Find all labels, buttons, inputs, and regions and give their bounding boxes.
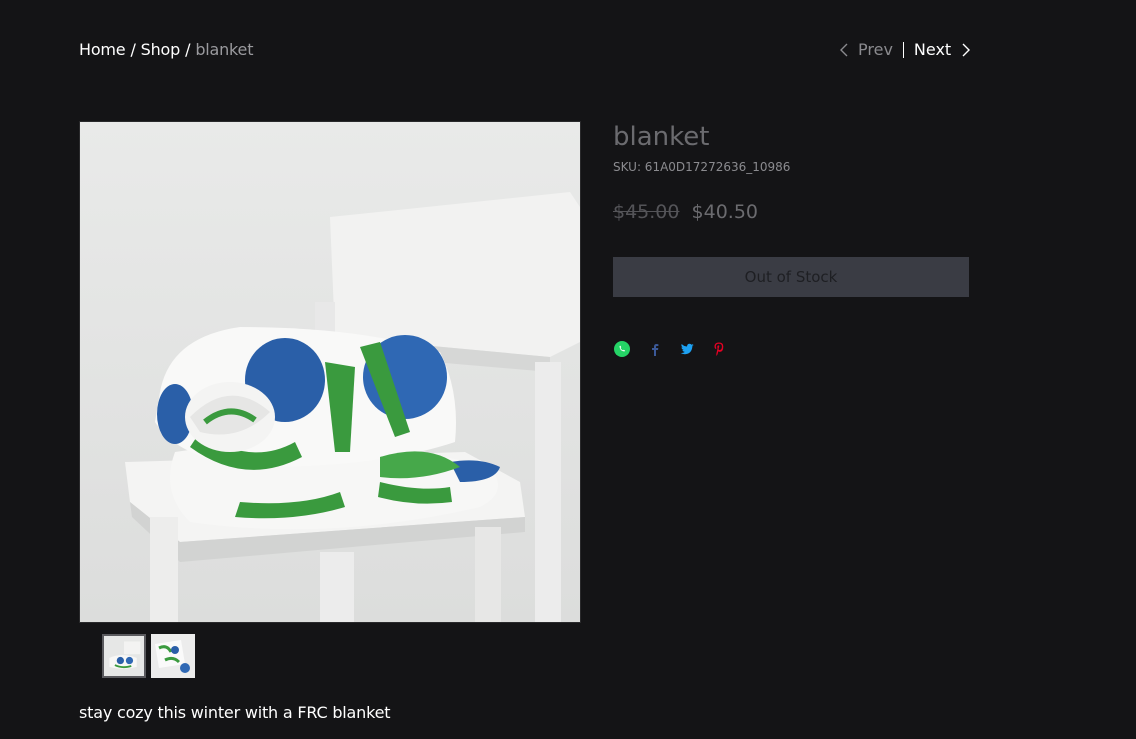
original-price: $45.00: [613, 201, 680, 223]
chevron-left-icon: [838, 42, 852, 58]
breadcrumb-shop-link[interactable]: Shop: [141, 40, 181, 60]
prev-label: Prev: [858, 40, 893, 59]
out-of-stock-button: Out of Stock: [613, 257, 969, 297]
thumbnail-1[interactable]: [102, 634, 146, 678]
pinterest-icon[interactable]: [711, 341, 727, 357]
facebook-icon[interactable]: [647, 341, 663, 357]
chevron-right-icon: [959, 42, 973, 58]
next-label: Next: [913, 40, 952, 59]
sale-price: $40.50: [691, 201, 759, 223]
product-title: blanket: [613, 122, 710, 152]
whatsapp-icon[interactable]: [613, 340, 631, 358]
next-button[interactable]: Next: [914, 40, 973, 60]
twitter-icon[interactable]: [679, 341, 695, 357]
product-pager: Prev Next: [838, 40, 973, 60]
product-page: Home / Shop / blanket Prev Next blanket …: [0, 0, 1136, 739]
breadcrumb-current: blanket: [195, 40, 254, 59]
product-sku: SKU: 61A0D17272636_10986: [613, 160, 791, 174]
breadcrumb-separator: /: [185, 40, 191, 59]
product-description: stay cozy this winter with a FRC blanket: [79, 703, 391, 722]
thumbnail-2[interactable]: [151, 634, 195, 678]
thumbnail-strip: [102, 634, 195, 678]
share-bar: [613, 340, 727, 358]
breadcrumb-home-link[interactable]: Home: [79, 40, 126, 60]
breadcrumb: Home / Shop / blanket: [79, 40, 253, 60]
breadcrumb-separator: /: [130, 40, 136, 59]
product-main-image[interactable]: [79, 121, 581, 623]
prev-button[interactable]: Prev: [838, 40, 893, 60]
product-prices: $45.00 $40.50: [613, 200, 758, 224]
pager-divider: [902, 42, 904, 58]
